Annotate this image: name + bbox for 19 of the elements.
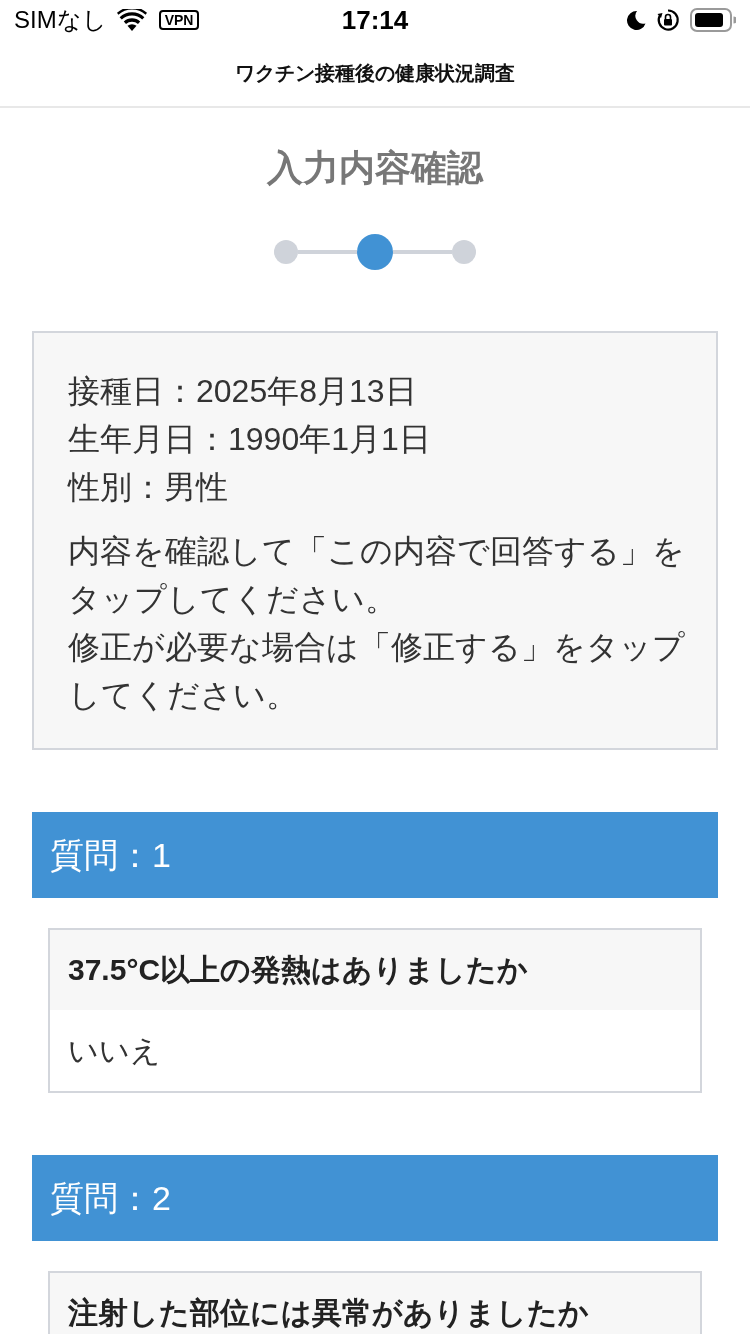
summary-line: 生年月日：1990年1月1日 bbox=[68, 420, 431, 459]
instruction-text: 内容を確認して「この内容で回答する」をタップしてください。 bbox=[68, 532, 686, 619]
question-heading: 質問：2 bbox=[50, 1178, 171, 1218]
page-title: 入力内容確認 bbox=[267, 146, 483, 190]
battery-icon bbox=[690, 8, 736, 32]
question-text: 37.5°C以上の発熱はありましたか bbox=[68, 953, 529, 987]
wifi-icon bbox=[116, 9, 147, 31]
summary-line: 性別：男性 bbox=[68, 468, 228, 507]
rotation-lock-icon bbox=[656, 8, 680, 32]
question-text: 注射した部位には異常がありましたか bbox=[68, 1296, 589, 1330]
carrier-text: SIMなし bbox=[14, 6, 107, 34]
summary-line: 接種日：2025年8月13日 bbox=[68, 372, 417, 411]
nav-title: ワクチン接種後の健康状況調査 bbox=[235, 61, 515, 86]
question-heading: 質問：1 bbox=[50, 835, 171, 875]
answer-text: いいえ bbox=[68, 1033, 161, 1068]
instruction-text: 修正が必要な場合は「修正する」をタップしてください。 bbox=[68, 628, 686, 715]
moon-icon bbox=[626, 10, 646, 30]
status-time: 17:14 bbox=[341, 5, 409, 35]
vpn-badge: VPN bbox=[158, 10, 200, 30]
